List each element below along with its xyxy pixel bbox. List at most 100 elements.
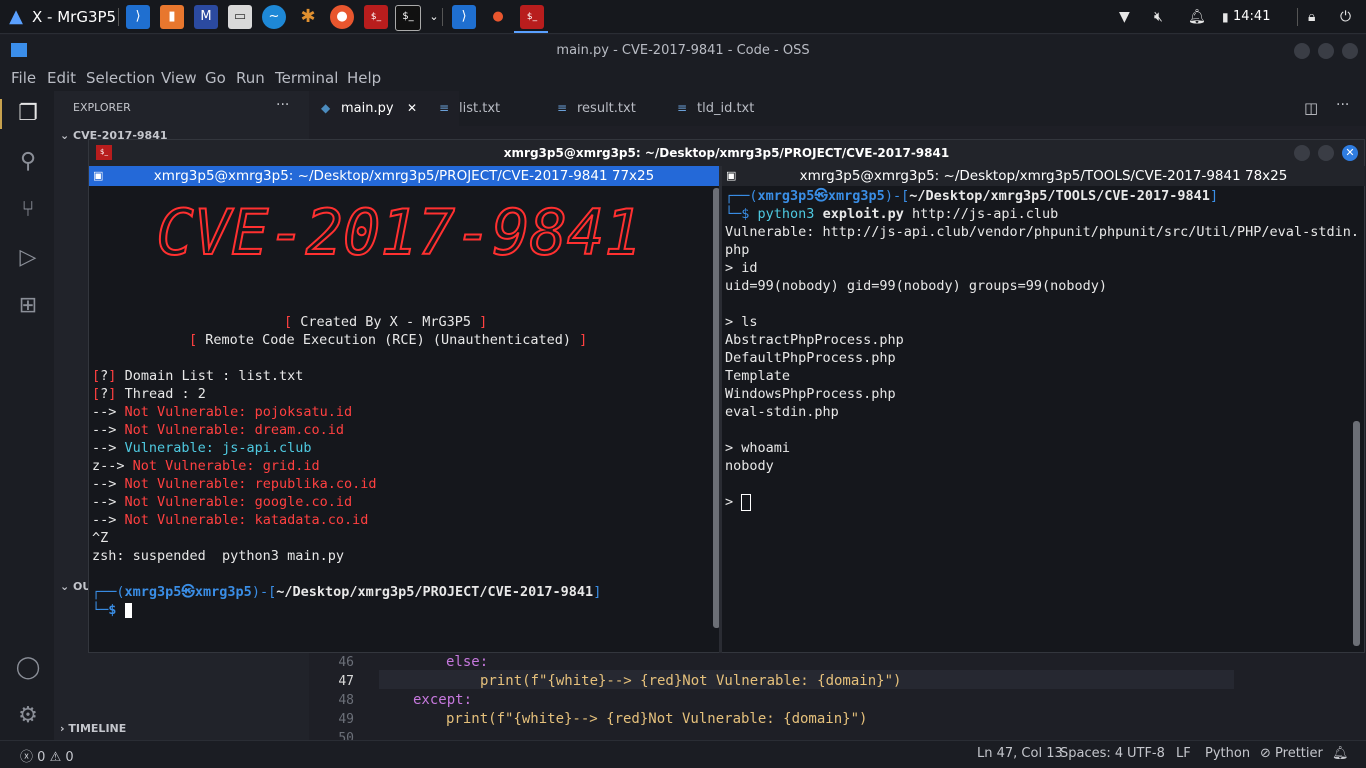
cursor bbox=[741, 493, 752, 511]
prompt-input-line: └─$ bbox=[92, 601, 132, 619]
encoding[interactable]: UTF-8 bbox=[1127, 746, 1165, 761]
domain-list-label: Domain List : list.txt bbox=[124, 368, 304, 384]
account-icon[interactable]: ◯ bbox=[15, 655, 41, 681]
shell-cmd: > id bbox=[725, 260, 758, 276]
shell-output: nobody bbox=[725, 458, 774, 474]
terminal-pane-right[interactable]: ▣ xmrg3p5@xmrg3p5: ~/Desktop/xmrg3p5/TOO… bbox=[722, 166, 1365, 653]
close-tab-icon[interactable]: ✕ bbox=[407, 91, 417, 126]
menu-go[interactable]: Go bbox=[205, 69, 226, 87]
split-editor-icon[interactable]: ◫ bbox=[1304, 99, 1318, 117]
spider-icon[interactable]: ✱ bbox=[296, 5, 320, 29]
settings-gear-icon[interactable]: ⚙ bbox=[15, 703, 41, 729]
prettier-status[interactable]: ⊘ Prettier bbox=[1260, 746, 1323, 761]
minimize-button[interactable] bbox=[1294, 43, 1310, 59]
result-line: --> Not Vulnerable: republika.co.id bbox=[92, 476, 377, 492]
more-actions-icon[interactable]: ··· bbox=[276, 97, 289, 113]
problems-indicator[interactable]: ⓧ 0 ⚠ 0 bbox=[20, 746, 74, 765]
menu-edit[interactable]: Edit bbox=[47, 69, 76, 87]
domain-list-line: [?] Domain List : list.txt bbox=[92, 368, 304, 384]
terminal-titlebar: $_ xmrg3p5@xmrg3p5: ~/Desktop/xmrg3p5/PR… bbox=[89, 140, 1364, 166]
menu-selection[interactable]: Selection bbox=[86, 69, 155, 87]
error-count: 0 bbox=[37, 750, 46, 765]
shell-prompt: > bbox=[725, 493, 752, 511]
menu-run[interactable]: Run bbox=[236, 69, 265, 87]
close-button[interactable] bbox=[1342, 43, 1358, 59]
maximize-button[interactable] bbox=[1318, 145, 1334, 161]
pane-header: ▣ xmrg3p5@xmrg3p5: ~/Desktop/xmrg3p5/TOO… bbox=[722, 166, 1365, 186]
created-by: Created By X - MrG3P5 bbox=[300, 314, 471, 330]
tab-tld-id-txt[interactable]: ≡ tld_id.txt bbox=[665, 91, 815, 126]
bell-icon[interactable]: 🔔︎ bbox=[1332, 746, 1349, 761]
clock[interactable]: 14:41 bbox=[1233, 0, 1270, 34]
result-line: --> Not Vulnerable: dream.co.id bbox=[92, 422, 344, 438]
menu-terminal[interactable]: Terminal bbox=[275, 69, 338, 87]
timeline-label: TIMELINE bbox=[68, 722, 127, 735]
maltego-icon[interactable]: M bbox=[194, 5, 218, 29]
firefox-task-icon[interactable]: ● bbox=[486, 5, 510, 29]
language-mode[interactable]: Python bbox=[1205, 746, 1250, 761]
more-actions-icon[interactable]: ··· bbox=[1336, 97, 1349, 113]
terminal-icon[interactable]: $_ bbox=[395, 5, 421, 31]
timeline-header[interactable]: › TIMELINE bbox=[60, 722, 126, 735]
banner-text: CVE-2017-9841 bbox=[156, 196, 641, 269]
shell-output: WindowsPhpProcess.php bbox=[725, 386, 896, 402]
red-terminal-icon[interactable]: $_ bbox=[364, 5, 388, 29]
cursor-position[interactable]: Ln 47, Col 13 bbox=[977, 746, 1063, 761]
shell-output: DefaultPhpProcess.php bbox=[725, 350, 896, 366]
text-file-icon: ≡ bbox=[439, 101, 450, 115]
prompt-line: ┌──(xmrg3p5㉿xmrg3p5)-[~/Desktop/xmrg3p5/… bbox=[725, 188, 1219, 204]
menu-file[interactable]: File bbox=[11, 69, 36, 87]
bell-icon[interactable]: 🔔︎ bbox=[1188, 8, 1206, 26]
menu-help[interactable]: Help bbox=[347, 69, 381, 87]
cursor bbox=[124, 602, 132, 618]
maximize-button[interactable] bbox=[1318, 43, 1334, 59]
line-ending[interactable]: LF bbox=[1176, 746, 1191, 761]
tab-label: result.txt bbox=[577, 101, 636, 116]
terminal-task-icon[interactable]: $_ bbox=[520, 5, 544, 29]
ascii-banner: CVE-2017-9841 bbox=[119, 195, 679, 278]
pane-header: ▣ xmrg3p5@xmrg3p5: ~/Desktop/xmrg3p5/PRO… bbox=[89, 166, 719, 186]
indentation[interactable]: Spaces: 4 bbox=[1060, 746, 1123, 761]
vscode-titlebar: main.py - CVE-2017-9841 - Code - OSS bbox=[0, 35, 1366, 66]
active-task-indicator bbox=[514, 31, 548, 33]
tab-label: main.py bbox=[341, 101, 394, 116]
power-icon[interactable]: ⏻ bbox=[1340, 8, 1351, 26]
close-button[interactable]: ✕ bbox=[1342, 145, 1358, 161]
line-number: 49 bbox=[338, 712, 354, 727]
mute-icon[interactable]: 🔇︎ bbox=[1154, 8, 1163, 26]
shell-cmd: > whoami bbox=[725, 440, 791, 456]
files-icon[interactable]: ▭ bbox=[228, 5, 252, 29]
firefox-icon[interactable]: ● bbox=[330, 5, 354, 29]
top-panel: ▲ X - MrG3P5 ⟩ ▮ M ▭ ~ ✱ ● $_ $_ ⌄ ⟩ ● $… bbox=[0, 0, 1366, 34]
lock-icon[interactable]: 🔒︎ bbox=[1308, 8, 1315, 26]
explorer-header: EXPLORER bbox=[73, 101, 131, 114]
editor-tabs: ◆ main.py ✕ ≡ list.txt ≡ result.txt ≡ tl… bbox=[309, 91, 1366, 126]
vuln-output-cont: php bbox=[725, 242, 750, 258]
outline-header[interactable]: ⌄ OU bbox=[60, 580, 91, 593]
explorer-icon[interactable]: ❐ bbox=[15, 101, 41, 127]
warning-count: 0 bbox=[65, 750, 74, 765]
suspended-line: zsh: suspended python3 main.py bbox=[92, 548, 344, 564]
warning-icon: ⚠ bbox=[49, 750, 62, 765]
code-line: else: bbox=[446, 654, 489, 670]
run-debug-icon[interactable]: ▷ bbox=[15, 245, 41, 271]
scrollbar[interactable] bbox=[1353, 421, 1360, 646]
terminal-title: xmrg3p5@xmrg3p5: ~/Desktop/xmrg3p5/PROJE… bbox=[503, 146, 950, 160]
code-task-icon[interactable]: ⟩ bbox=[452, 5, 476, 29]
search-icon[interactable]: ⚲ bbox=[15, 149, 41, 175]
terminal-window: $_ xmrg3p5@xmrg3p5: ~/Desktop/xmrg3p5/PR… bbox=[88, 139, 1365, 653]
menu-view[interactable]: View bbox=[161, 69, 197, 87]
extensions-icon[interactable]: ⊞ bbox=[15, 293, 41, 319]
burp-icon[interactable]: ▮ bbox=[160, 5, 184, 29]
battery-icon[interactable]: ▮ bbox=[1222, 8, 1229, 26]
network-icon[interactable]: ▼ bbox=[1119, 8, 1130, 26]
kali-menu-icon[interactable]: ▲ bbox=[4, 5, 28, 29]
status-bar: ⓧ 0 ⚠ 0 Ln 47, Col 13 Spaces: 4 UTF-8 LF… bbox=[0, 740, 1366, 768]
shell-cmd: > ls bbox=[725, 314, 758, 330]
text-file-icon: ≡ bbox=[557, 101, 568, 115]
minimize-button[interactable] bbox=[1294, 145, 1310, 161]
source-control-icon[interactable]: ⑂ bbox=[15, 197, 41, 223]
vscode-icon[interactable]: ⟩ bbox=[126, 5, 150, 29]
wireshark-icon[interactable]: ~ bbox=[262, 5, 286, 29]
terminal-pane-left[interactable]: ▣ xmrg3p5@xmrg3p5: ~/Desktop/xmrg3p5/PRO… bbox=[89, 166, 719, 653]
